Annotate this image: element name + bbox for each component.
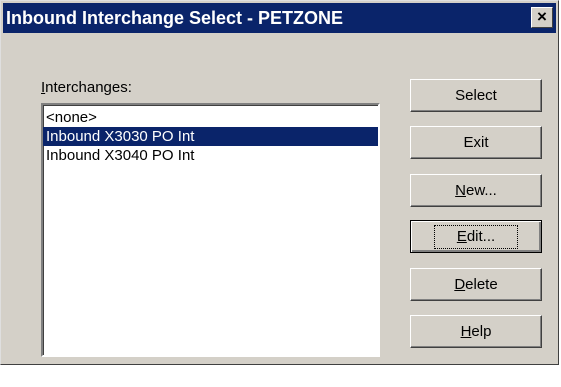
exit-button[interactable]: Exit	[410, 126, 542, 159]
help-button[interactable]: Help	[410, 315, 542, 348]
list-item-x3040[interactable]: Inbound X3040 PO Int	[43, 146, 378, 165]
edit-focus-rect: Edit...	[433, 225, 519, 249]
list-item-none[interactable]: <none>	[43, 108, 378, 127]
close-button[interactable]: ×	[531, 7, 553, 28]
new-button[interactable]: New...	[410, 174, 542, 207]
list-item-x3030[interactable]: Inbound X3030 PO Int	[43, 127, 378, 146]
interchanges-listbox[interactable]: <none> Inbound X3030 PO Int Inbound X304…	[41, 103, 380, 357]
delete-button[interactable]: Delete	[410, 268, 542, 301]
dialog-window: Inbound Interchange Select - PETZONE × I…	[0, 0, 559, 365]
select-button[interactable]: Select	[410, 79, 542, 112]
close-icon: ×	[537, 7, 547, 26]
edit-button[interactable]: Edit...	[410, 220, 542, 253]
title-bar[interactable]: Inbound Interchange Select - PETZONE ×	[3, 3, 556, 33]
window-title: Inbound Interchange Select - PETZONE	[6, 8, 344, 28]
interchanges-label: Interchanges:	[41, 79, 132, 96]
